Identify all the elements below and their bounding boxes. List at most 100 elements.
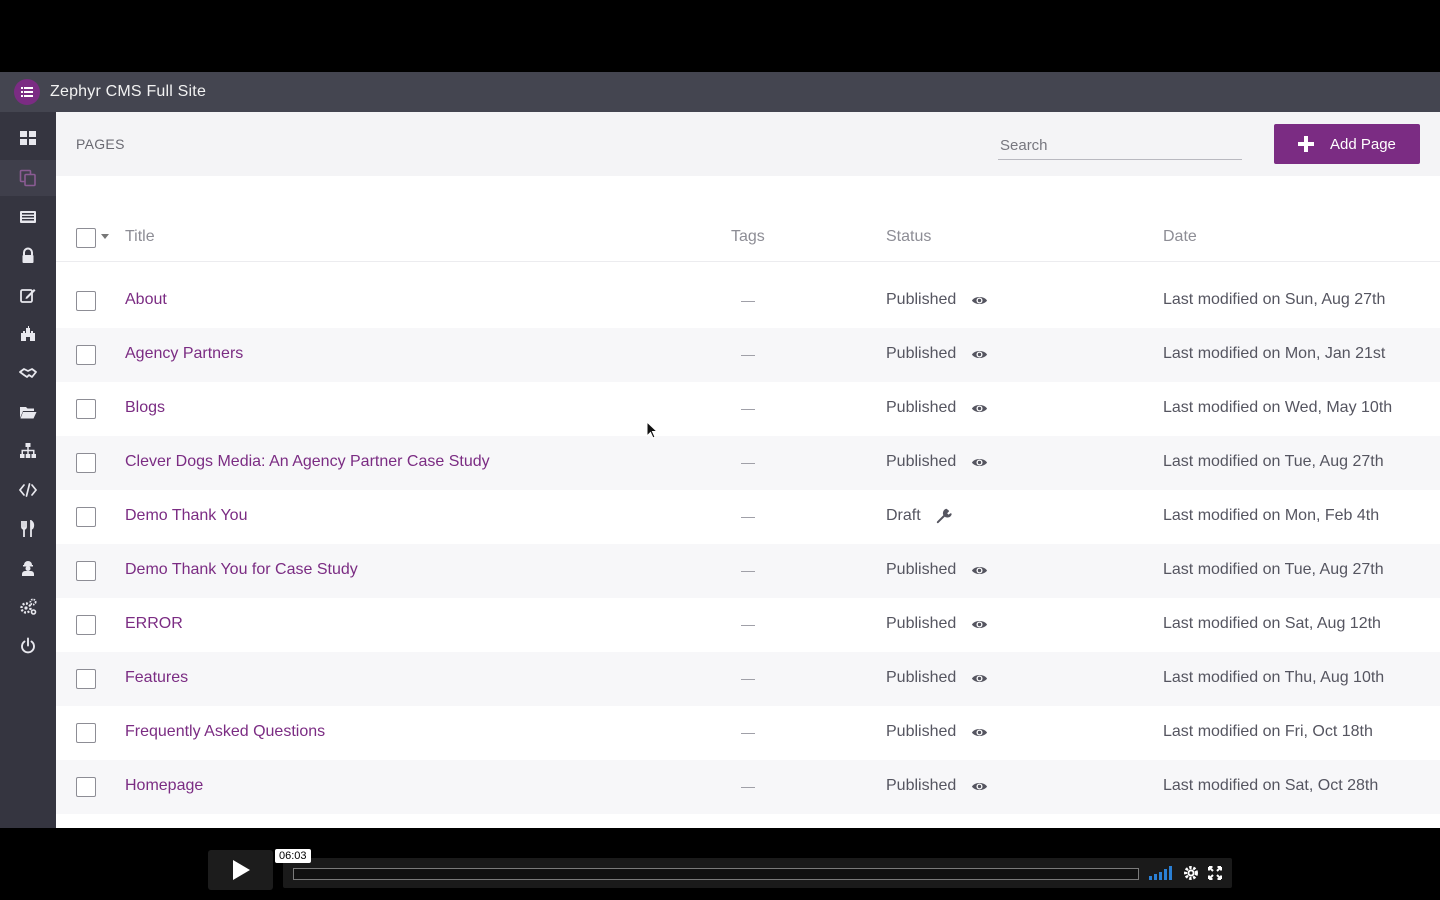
row-checkbox[interactable] bbox=[76, 399, 96, 419]
add-page-button[interactable]: Add Page bbox=[1274, 124, 1420, 164]
play-icon bbox=[232, 860, 250, 880]
sidebar-item-code[interactable] bbox=[0, 472, 56, 508]
video-stage: Zephyr CMS Full Site PAGES Search Add Pa… bbox=[0, 0, 1440, 900]
status-label: Published bbox=[886, 291, 957, 308]
column-date[interactable]: Date bbox=[1163, 228, 1197, 246]
agent-icon bbox=[22, 561, 34, 576]
page-header: PAGES Add Page bbox=[56, 112, 1440, 176]
page-title-link[interactable]: Features bbox=[125, 669, 188, 687]
sidebar-item-edit[interactable] bbox=[0, 277, 56, 313]
select-dropdown-icon[interactable] bbox=[101, 234, 109, 239]
status-label: Published bbox=[886, 669, 957, 686]
sidebar-item-castle[interactable] bbox=[0, 316, 56, 352]
sidebar-item-logout[interactable] bbox=[0, 628, 56, 664]
row-checkbox[interactable] bbox=[76, 345, 96, 365]
page-title-link[interactable]: Homepage bbox=[125, 777, 203, 795]
page-title-link[interactable]: Agency Partners bbox=[125, 345, 243, 363]
column-tags[interactable]: Tags bbox=[731, 228, 765, 246]
column-title[interactable]: Title bbox=[125, 228, 155, 246]
tags-cell: — bbox=[741, 346, 755, 362]
date-cell: Last modified on Fri, Oct 18th bbox=[1163, 723, 1373, 740]
status-cell: Published bbox=[886, 669, 988, 687]
video-player-controls: 06:03 bbox=[208, 849, 1232, 890]
status-cell: Published bbox=[886, 723, 988, 741]
volume-icon[interactable] bbox=[1149, 866, 1175, 880]
row-checkbox[interactable] bbox=[76, 453, 96, 473]
table-row: About — Published Last modified on Sun, Aug… bbox=[56, 274, 1440, 328]
eye-icon[interactable] bbox=[970, 453, 988, 471]
castle-icon bbox=[21, 326, 35, 341]
wrench-icon[interactable] bbox=[935, 507, 953, 525]
eye-icon[interactable] bbox=[970, 561, 988, 579]
select-all-checkbox[interactable] bbox=[76, 228, 96, 248]
power-icon bbox=[21, 637, 35, 654]
table-row: Demo Thank You — Draft Last modified on Mon… bbox=[56, 490, 1440, 544]
table-row: Order a Zephyr License—PublishedLast mod… bbox=[56, 814, 1440, 828]
page-title-link[interactable]: Demo Thank You bbox=[125, 507, 247, 525]
plus-icon bbox=[1298, 136, 1314, 152]
sidebar-item-sitemap[interactable] bbox=[0, 433, 56, 469]
tags-cell: — bbox=[741, 292, 755, 308]
row-checkbox[interactable] bbox=[76, 561, 96, 581]
date-cell: Last modified on Mon, Feb 4th bbox=[1163, 507, 1380, 524]
eye-icon[interactable] bbox=[970, 615, 988, 633]
eye-icon[interactable] bbox=[970, 723, 988, 741]
app-title: Zephyr CMS Full Site bbox=[50, 83, 207, 100]
row-checkbox[interactable] bbox=[76, 669, 96, 689]
status-label: Published bbox=[886, 399, 957, 416]
eye-icon[interactable] bbox=[970, 345, 988, 363]
row-checkbox[interactable] bbox=[76, 777, 96, 797]
page-title-link[interactable]: Blogs bbox=[125, 399, 165, 417]
row-checkbox[interactable] bbox=[76, 615, 96, 635]
eye-icon[interactable] bbox=[970, 669, 988, 687]
eye-icon[interactable] bbox=[970, 291, 988, 309]
sidebar-item-dashboard[interactable] bbox=[0, 120, 56, 156]
pages-icon bbox=[19, 169, 36, 187]
gear-icon[interactable] bbox=[1183, 865, 1199, 881]
play-button[interactable] bbox=[208, 850, 273, 890]
cogs-icon bbox=[20, 598, 37, 615]
eye-icon[interactable] bbox=[970, 777, 988, 795]
status-label: Draft bbox=[886, 507, 921, 524]
table-row: Homepage — Published Last modified on Sat, … bbox=[56, 760, 1440, 814]
sidebar-item-partners[interactable] bbox=[0, 355, 56, 391]
sidebar-item-security[interactable] bbox=[0, 238, 56, 274]
sidebar bbox=[0, 112, 56, 828]
sidebar-item-files[interactable] bbox=[0, 394, 56, 430]
status-cell: Published bbox=[886, 561, 988, 579]
status-cell: Published bbox=[886, 615, 988, 633]
search-input[interactable] bbox=[998, 132, 1242, 159]
date-cell: Last modified on Sun, Aug 27th bbox=[1163, 291, 1386, 308]
app-menu-icon[interactable] bbox=[14, 79, 40, 105]
date-cell: Last modified on Sat, Oct 28th bbox=[1163, 777, 1379, 794]
sidebar-item-pages[interactable] bbox=[0, 160, 56, 196]
add-page-label: Add Page bbox=[1330, 135, 1396, 153]
page-title-link[interactable]: Demo Thank You for Case Study bbox=[125, 561, 358, 579]
row-checkbox[interactable] bbox=[76, 723, 96, 743]
table-row: Frequently Asked Questions — Published Last… bbox=[56, 706, 1440, 760]
tags-cell: — bbox=[741, 454, 755, 470]
progress-area bbox=[283, 858, 1232, 888]
sidebar-item-users[interactable] bbox=[0, 550, 56, 586]
tags-cell: — bbox=[741, 508, 755, 524]
row-checkbox[interactable] bbox=[76, 507, 96, 527]
page-title-link[interactable]: About bbox=[125, 291, 167, 309]
search-box bbox=[998, 132, 1242, 160]
page-title-link[interactable]: Clever Dogs Media: An Agency Partner Cas… bbox=[125, 453, 490, 471]
row-checkbox[interactable] bbox=[76, 291, 96, 311]
date-cell: Last modified on Wed, May 10th bbox=[1163, 399, 1393, 416]
column-status[interactable]: Status bbox=[886, 228, 931, 246]
sidebar-item-menus[interactable] bbox=[0, 511, 56, 547]
page-title-link[interactable]: ERROR bbox=[125, 615, 183, 633]
status-cell: Published bbox=[886, 345, 988, 363]
sidebar-item-blogs[interactable] bbox=[0, 199, 56, 235]
status-label: Published bbox=[886, 345, 957, 362]
table-row: Agency Partners — Published Last modified o… bbox=[56, 328, 1440, 382]
progress-bar[interactable] bbox=[293, 868, 1139, 880]
page-title-link[interactable]: Frequently Asked Questions bbox=[125, 723, 325, 741]
mouse-cursor-icon bbox=[646, 421, 658, 439]
sidebar-item-settings[interactable] bbox=[0, 589, 56, 625]
eye-icon[interactable] bbox=[970, 399, 988, 417]
edit-icon bbox=[20, 289, 36, 303]
fullscreen-icon[interactable] bbox=[1208, 866, 1222, 880]
